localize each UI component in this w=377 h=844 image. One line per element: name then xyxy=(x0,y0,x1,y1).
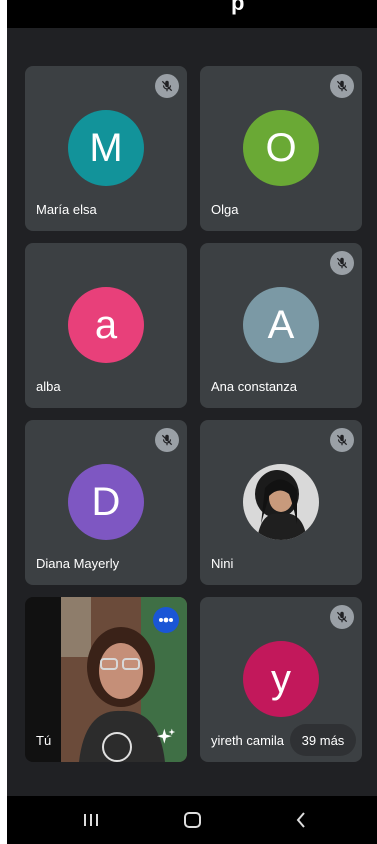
participant-name: Olga xyxy=(211,202,239,217)
participant-name: Ana constanza xyxy=(211,379,298,394)
mic-off-icon xyxy=(330,428,354,452)
recent-apps-icon[interactable] xyxy=(77,808,105,832)
more-participants-button[interactable]: 39 más xyxy=(290,724,356,756)
participant-name: yireth camila xyxy=(211,733,284,748)
meeting-screen: p M María elsa O Olga a alba A Ana const… xyxy=(7,0,377,844)
participant-name: Diana Mayerly xyxy=(36,556,120,571)
mic-off-icon xyxy=(155,428,179,452)
avatar: y xyxy=(243,641,319,717)
participant-tile-ana-constanza[interactable]: A Ana constanza xyxy=(200,243,362,408)
participant-tile-alba[interactable]: a alba xyxy=(25,243,187,408)
avatar-photo xyxy=(243,464,319,540)
participant-name: Tú xyxy=(36,733,52,748)
participant-tile-nini[interactable]: Nini xyxy=(200,420,362,585)
avatar: D xyxy=(68,464,144,540)
mic-off-icon xyxy=(330,251,354,275)
header-title: p xyxy=(231,0,245,15)
avatar: A xyxy=(243,287,319,363)
participant-tile-maria-elsa[interactable]: M María elsa xyxy=(25,66,187,231)
participant-tile-olga[interactable]: O Olga xyxy=(200,66,362,231)
participant-tile-self[interactable]: Tú xyxy=(25,597,187,762)
audio-level-icon xyxy=(153,607,179,633)
back-icon[interactable] xyxy=(287,808,315,832)
participant-name: Nini xyxy=(211,556,234,571)
mic-off-icon xyxy=(330,605,354,629)
mic-off-icon xyxy=(330,74,354,98)
avatar: O xyxy=(243,110,319,186)
participant-name: alba xyxy=(36,379,61,394)
home-icon[interactable] xyxy=(179,808,207,832)
sparkle-icon[interactable] xyxy=(153,724,179,750)
avatar: a xyxy=(68,287,144,363)
participant-name: María elsa xyxy=(36,202,97,217)
mic-off-icon xyxy=(155,74,179,98)
avatar: M xyxy=(68,110,144,186)
top-bar: p xyxy=(7,0,377,28)
participant-tile-diana-mayerly[interactable]: D Diana Mayerly xyxy=(25,420,187,585)
system-nav-bar xyxy=(7,796,377,844)
